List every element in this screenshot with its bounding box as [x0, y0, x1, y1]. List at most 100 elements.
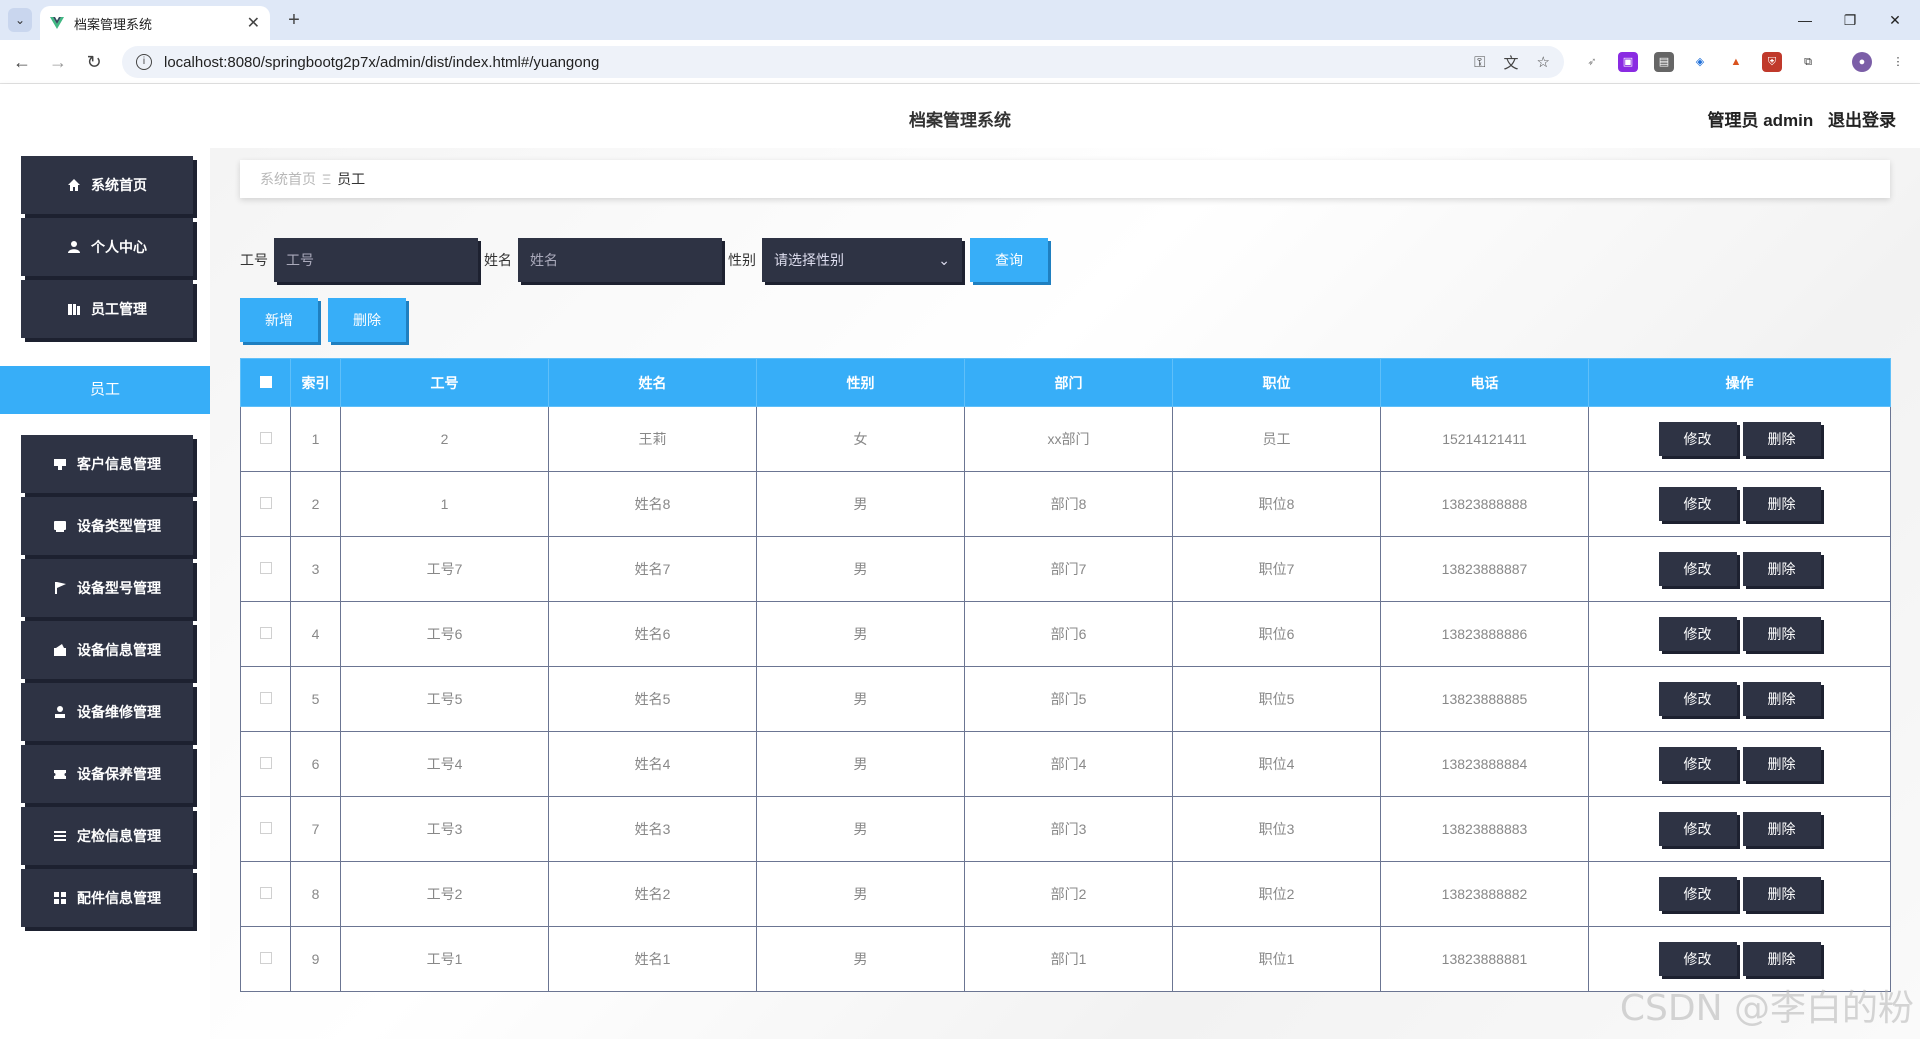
delete-button[interactable]: 删除 — [1742, 552, 1821, 586]
cell-dept: 部门4 — [964, 731, 1173, 797]
row-checkbox[interactable] — [259, 627, 272, 639]
edit-button[interactable]: 修改 — [1658, 617, 1737, 651]
row-checkbox[interactable] — [259, 692, 272, 704]
select-all-cell[interactable] — [240, 358, 291, 407]
add-button[interactable]: 新增 — [240, 298, 318, 342]
table-row: 7 工号3 姓名3 男部门3 职位3 13823888883 修改 删除 — [240, 796, 1891, 862]
row-select-cell[interactable] — [240, 536, 291, 602]
edit-button[interactable]: 修改 — [1658, 812, 1737, 846]
url-input[interactable]: i localhost:8080/springbootg2p7x/admin/d… — [122, 46, 1564, 78]
row-checkbox[interactable] — [259, 952, 272, 964]
cell-position: 员工 — [1172, 406, 1381, 472]
translate-icon[interactable]: 文 — [1504, 52, 1519, 73]
gender-select[interactable]: 请选择性别 ⌄ — [762, 238, 962, 282]
sidebar-item-device-info[interactable]: 设备信息管理 — [21, 621, 193, 679]
row-select-cell[interactable] — [240, 471, 291, 537]
search-form: 工号 工号 姓名 姓名 性别 请选择性别 ⌄ 查询 — [240, 238, 1048, 282]
cell-gonghao: 工号1 — [340, 926, 549, 992]
sidebar-subitem-employee[interactable]: 员工 — [0, 366, 210, 414]
sidebar-item-device-repair[interactable]: 设备维修管理 — [21, 683, 193, 741]
row-select-cell[interactable] — [240, 861, 291, 927]
new-tab-button[interactable]: + — [282, 8, 306, 32]
breadcrumb: 系统首页 Ξ 员工 — [240, 160, 1890, 198]
row-checkbox[interactable] — [259, 562, 272, 574]
sidebar-item-parts-info[interactable]: 配件信息管理 — [21, 869, 193, 927]
forward-button[interactable]: → — [46, 50, 70, 74]
tab-close-icon[interactable]: ✕ — [247, 13, 260, 33]
edit-button[interactable]: 修改 — [1658, 942, 1737, 976]
edit-button[interactable]: 修改 — [1658, 747, 1737, 781]
delete-button[interactable]: 删除 — [1742, 812, 1821, 846]
site-info-icon[interactable]: i — [136, 54, 152, 70]
delete-button[interactable]: 删除 — [1742, 877, 1821, 911]
cell-position: 职位5 — [1172, 666, 1381, 732]
row-checkbox[interactable] — [259, 887, 272, 899]
extension-gray-icon[interactable]: ▤ — [1654, 52, 1674, 72]
delete-button[interactable]: 删除 — [1742, 617, 1821, 651]
extension-shield-icon[interactable]: ⛨ — [1762, 52, 1782, 72]
minimize-button[interactable]: — — [1785, 8, 1825, 32]
tab-list-dropdown[interactable]: ⌄ — [8, 8, 32, 32]
row-checkbox[interactable] — [259, 432, 272, 444]
delete-button[interactable]: 删除 — [1742, 747, 1821, 781]
extension-blue-icon[interactable]: ◈ — [1690, 52, 1710, 72]
extension-orange-icon[interactable]: ▲ — [1726, 52, 1746, 72]
edit-button[interactable]: 修改 — [1658, 552, 1737, 586]
cell-gender: 男 — [756, 731, 965, 797]
row-select-cell[interactable] — [240, 406, 291, 472]
cell-gender: 男 — [756, 536, 965, 602]
sidebar-item-device-model[interactable]: 设备型号管理 — [21, 559, 193, 617]
row-checkbox[interactable] — [259, 757, 272, 769]
sidebar-item-customer-info[interactable]: 客户信息管理 — [21, 435, 193, 493]
bookmark-star-icon[interactable]: ☆ — [1537, 53, 1550, 71]
password-key-icon[interactable]: ⚿ — [1474, 54, 1485, 71]
delete-button[interactable]: 删除 — [1742, 942, 1821, 976]
edit-button[interactable]: 修改 — [1658, 422, 1737, 456]
gender-label: 性别 — [728, 252, 756, 268]
row-select-cell[interactable] — [240, 666, 291, 732]
sidebar-item-device-maintenance[interactable]: 设备保养管理 — [21, 745, 193, 803]
row-select-cell[interactable] — [240, 731, 291, 797]
sidebar-item-personal-center[interactable]: 个人中心 — [21, 218, 193, 276]
edit-button[interactable]: 修改 — [1658, 487, 1737, 521]
table-row: 8 工号2 姓名2 男部门2 职位2 13823888882 修改 删除 — [240, 861, 1891, 927]
sidebar-item-device-type[interactable]: 设备类型管理 — [21, 497, 193, 555]
restore-button[interactable]: ❐ — [1830, 8, 1870, 32]
reload-button[interactable]: ↻ — [82, 50, 106, 74]
name-input[interactable]: 姓名 — [518, 238, 722, 282]
select-all-checkbox[interactable] — [259, 375, 272, 388]
delete-button[interactable]: 删除 — [1742, 487, 1821, 521]
delete-button[interactable]: 删除 — [1742, 422, 1821, 456]
cell-index: 8 — [290, 861, 341, 927]
row-select-cell[interactable] — [240, 926, 291, 992]
logout-link[interactable]: 退出登录 — [1828, 111, 1896, 130]
cell-phone: 15214121411 — [1380, 406, 1589, 472]
row-checkbox[interactable] — [259, 822, 272, 834]
browser-tab[interactable]: 档案管理系统 ✕ — [40, 6, 270, 40]
extension-cursor-icon[interactable]: ➶ — [1582, 52, 1602, 72]
query-button[interactable]: 查询 — [970, 238, 1048, 282]
profile-avatar[interactable]: ● — [1852, 52, 1872, 72]
row-checkbox[interactable] — [259, 497, 272, 509]
sidebar-item-home[interactable]: 系统首页 — [21, 156, 193, 214]
edit-button[interactable]: 修改 — [1658, 877, 1737, 911]
cell-actions: 修改 删除 — [1588, 861, 1891, 927]
breadcrumb-home[interactable]: 系统首页 — [260, 169, 316, 189]
batch-delete-button[interactable]: 删除 — [328, 298, 406, 342]
row-select-cell[interactable] — [240, 601, 291, 667]
sidebar-item-inspection-info[interactable]: 定检信息管理 — [21, 807, 193, 865]
cell-phone: 13823888885 — [1380, 666, 1589, 732]
sidebar-item-employee-management[interactable]: 员工管理 — [21, 280, 193, 338]
delete-button[interactable]: 删除 — [1742, 682, 1821, 716]
row-select-cell[interactable] — [240, 796, 291, 862]
extensions-puzzle-icon[interactable]: ⧉ — [1798, 52, 1818, 72]
edit-button[interactable]: 修改 — [1658, 682, 1737, 716]
cell-actions: 修改 删除 — [1588, 731, 1891, 797]
cell-gender: 女 — [756, 406, 965, 472]
column-header: 姓名 — [548, 358, 757, 407]
browser-menu-icon[interactable]: ⋮ — [1888, 52, 1908, 72]
close-window-button[interactable]: ✕ — [1875, 8, 1915, 32]
extension-purple-icon[interactable]: ▣ — [1618, 52, 1638, 72]
back-button[interactable]: ← — [10, 50, 34, 74]
gonghao-input[interactable]: 工号 — [274, 238, 478, 282]
